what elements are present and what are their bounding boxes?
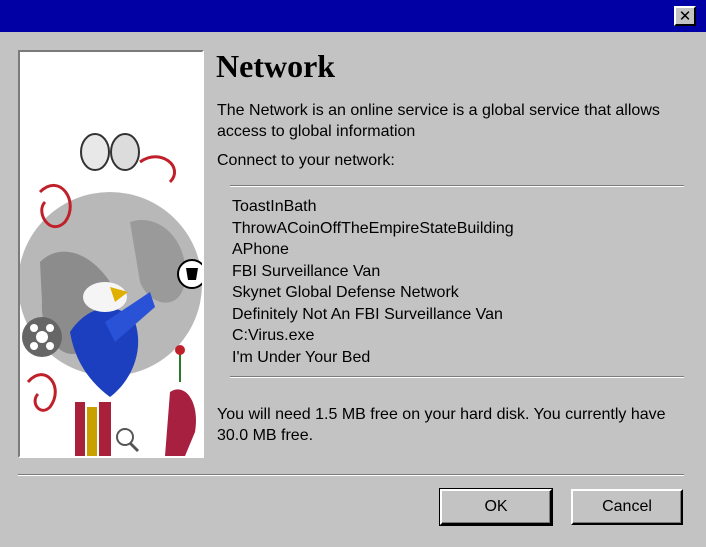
ok-button-label: OK: [484, 498, 508, 515]
network-option[interactable]: Definitely Not An FBI Surveillance Van: [232, 304, 514, 326]
network-option[interactable]: I'm Under Your Bed: [232, 347, 514, 369]
ok-button[interactable]: OK: [439, 488, 553, 526]
disk-space-info: You will need 1.5 MB free on your hard d…: [217, 406, 666, 444]
network-list: ToastInBath ThrowACoinOffTheEmpireStateB…: [232, 196, 514, 368]
cancel-button[interactable]: Cancel: [571, 489, 683, 525]
network-option[interactable]: C:Virus.exe: [232, 325, 514, 347]
network-option[interactable]: APhone: [232, 239, 514, 261]
network-option[interactable]: Skynet Global Defense Network: [232, 282, 514, 304]
close-button[interactable]: ✕: [674, 6, 696, 26]
network-option[interactable]: ToastInBath: [232, 196, 514, 218]
divider-bottom: [230, 376, 684, 378]
network-dialog: ✕ Network The Network is an online servi…: [0, 0, 706, 547]
cancel-button-label: Cancel: [602, 498, 652, 515]
close-icon: ✕: [678, 6, 692, 25]
connect-label: Connect to your network:: [217, 152, 395, 169]
divider-top: [230, 185, 684, 187]
page-title: Network: [216, 48, 336, 84]
network-option[interactable]: FBI Surveillance Van: [232, 261, 514, 283]
divider-footer: [18, 474, 684, 476]
title-bar[interactable]: ✕: [0, 0, 706, 32]
network-option[interactable]: ThrowACoinOffTheEmpireStateBuilding: [232, 218, 514, 240]
description-text: The Network is an online service is a gl…: [217, 102, 660, 140]
network-illustration: [18, 50, 204, 458]
